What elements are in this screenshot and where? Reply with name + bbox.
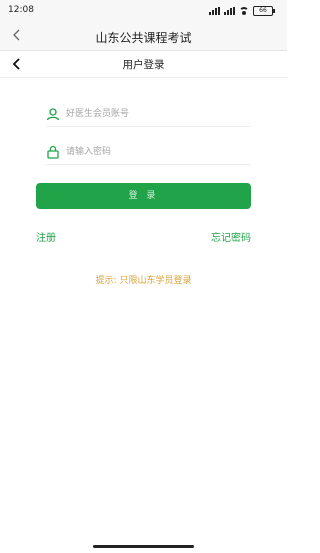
signal-icon: [209, 7, 220, 15]
forgot-password-link[interactable]: 忘记密码: [211, 229, 251, 244]
password-input[interactable]: [66, 143, 246, 161]
password-field: [46, 140, 251, 165]
account-field: [46, 102, 251, 127]
app-bar: 山东公共课程考试: [0, 22, 287, 51]
account-input[interactable]: [66, 105, 246, 123]
status-time: 12:08: [8, 5, 34, 15]
login-hint: 提示: 只限山东学员登录: [95, 276, 192, 286]
login-button[interactable]: 登 录: [36, 183, 251, 209]
battery-icon: 66: [253, 6, 275, 16]
lock-icon: [47, 145, 59, 159]
signal-icon: [224, 7, 235, 15]
register-link[interactable]: 注册: [36, 229, 56, 244]
home-indicator[interactable]: [93, 545, 194, 548]
nav-bar: 用户登录: [0, 51, 287, 78]
page-title: 用户登录: [122, 59, 165, 71]
app-title: 山东公共课程考试: [95, 31, 192, 45]
user-icon: [46, 108, 60, 121]
status-bar: 12:08 66: [0, 0, 287, 22]
wifi-icon: [239, 7, 249, 15]
status-icons: 66: [209, 6, 275, 16]
